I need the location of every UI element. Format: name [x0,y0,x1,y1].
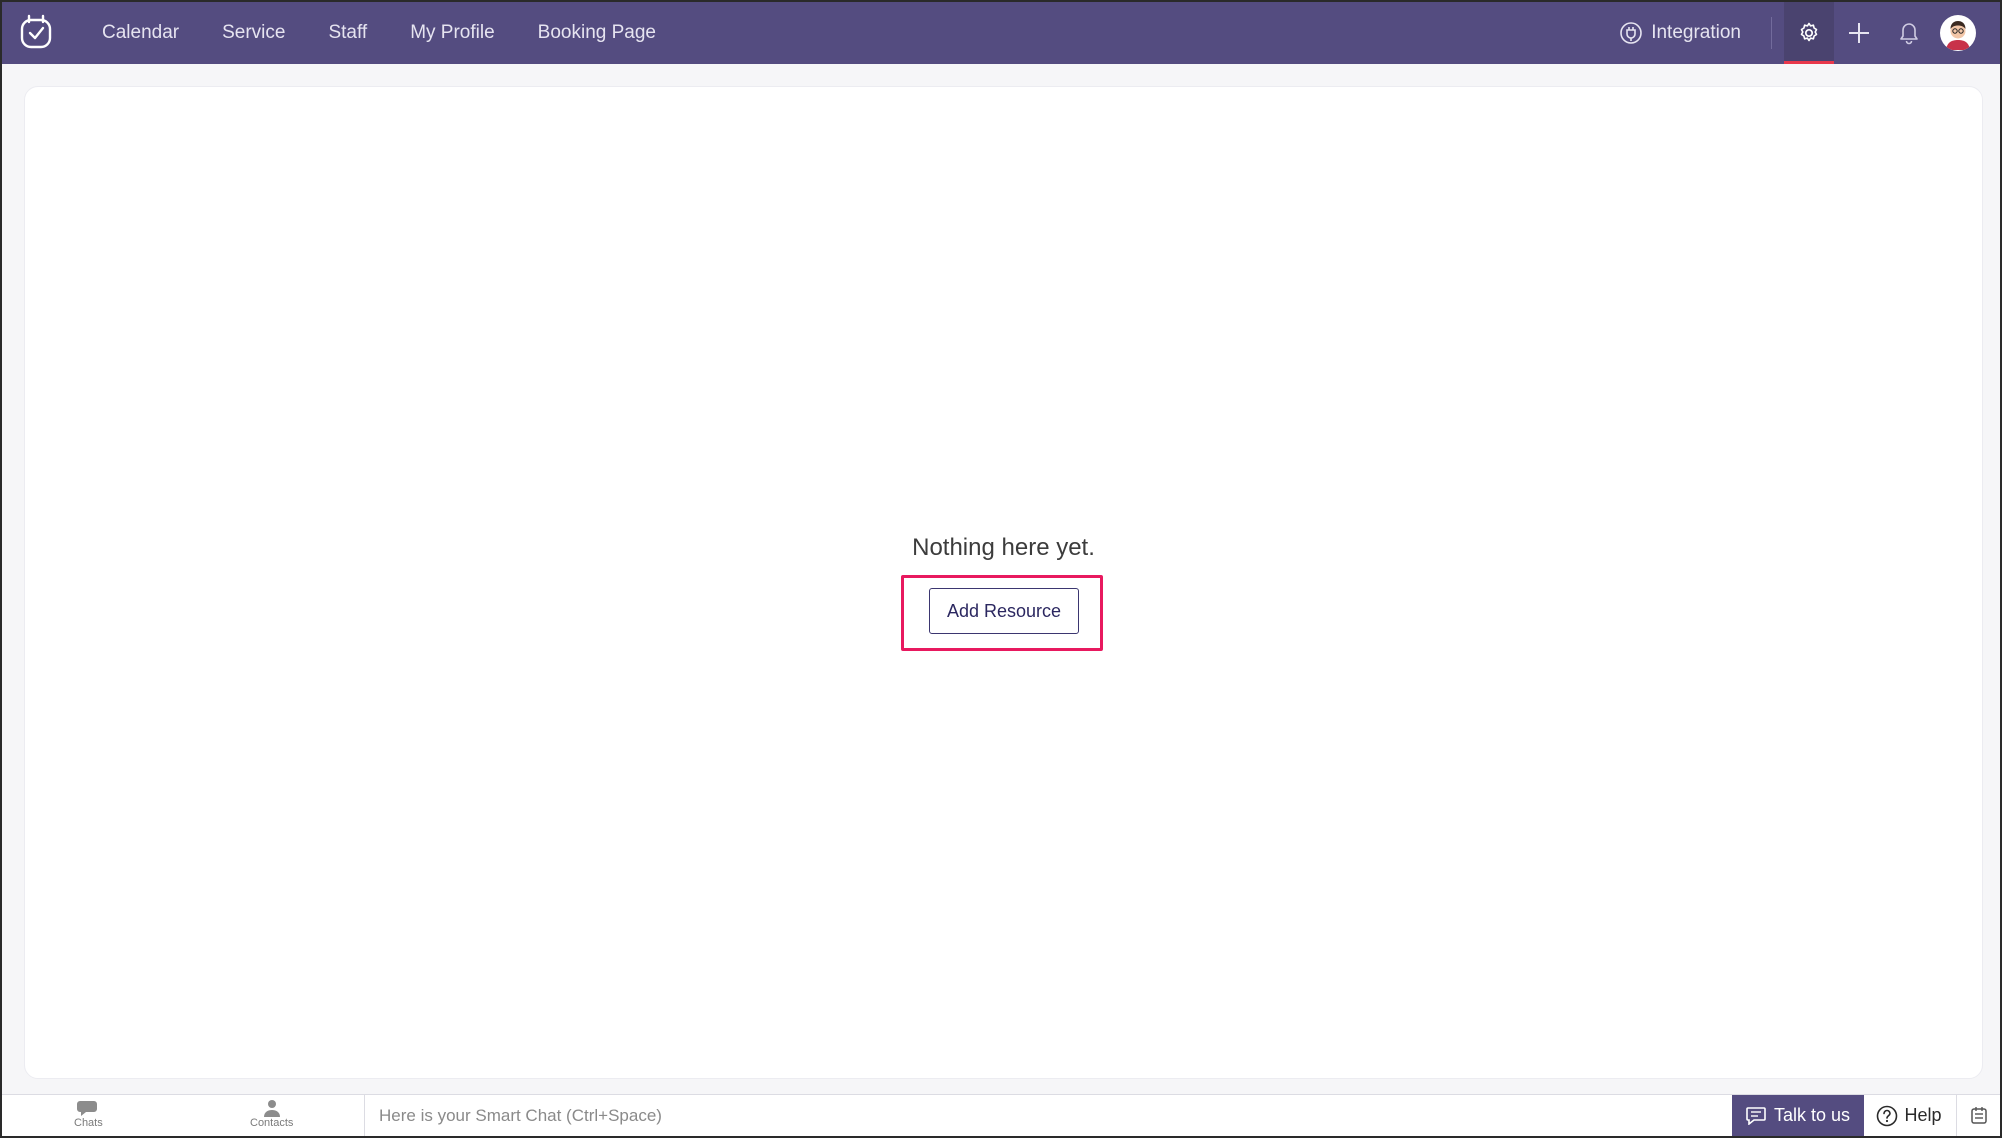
question-circle-icon [1876,1105,1898,1127]
app-window: Calendar Service Staff My Profile Bookin… [0,0,2002,1138]
bell-icon [1898,21,1920,45]
notes-button[interactable] [1956,1095,2000,1136]
chats-button[interactable]: Chats [74,1099,103,1129]
nav-item-staff[interactable]: Staff [328,22,367,44]
header-divider [1771,17,1772,49]
contacts-button[interactable]: Contacts [250,1099,293,1129]
settings-button[interactable] [1784,2,1834,64]
add-resource-button[interactable]: Add Resource [929,588,1079,634]
message-icon [1746,1106,1766,1125]
help-button[interactable]: Help [1864,1095,1954,1136]
chats-label: Chats [74,1117,103,1129]
nav-item-my-profile[interactable]: My Profile [410,22,494,44]
smart-chat-input[interactable]: Here is your Smart Chat (Ctrl+Space) [364,1095,1734,1136]
integration-icon [1619,21,1643,45]
nav-item-booking-page[interactable]: Booking Page [538,22,656,44]
avatar[interactable] [1940,15,1976,51]
help-label: Help [1904,1105,1942,1125]
resource-panel: Nothing here yet. Add Resource [24,86,1983,1079]
gear-icon [1797,21,1821,45]
plus-icon [1847,21,1871,45]
empty-state-message: Nothing here yet. [912,534,1095,561]
logo-icon[interactable] [16,12,56,52]
notifications-button[interactable] [1884,2,1934,64]
integration-label: Integration [1651,22,1741,43]
talk-to-us-label: Talk to us [1773,1105,1851,1125]
chat-bubble-icon [77,1099,99,1117]
header-tools: Integration [1619,2,2000,64]
contacts-label: Contacts [250,1117,294,1129]
person-icon [263,1099,281,1117]
talk-to-us-button[interactable]: Talk to us [1732,1095,1864,1136]
nav-item-calendar[interactable]: Calendar [102,22,179,44]
nav-item-service[interactable]: Service [222,22,285,44]
main-nav: Calendar Service Staff My Profile Bookin… [102,2,699,64]
notepad-icon [1969,1106,1989,1126]
top-navigation-bar: Calendar Service Staff My Profile Bookin… [2,2,2000,64]
add-button[interactable] [1834,2,1884,64]
bottom-bar: Chats Contacts Here is your Smart Chat (… [2,1094,2000,1136]
integration-link[interactable]: Integration [1619,21,1741,45]
